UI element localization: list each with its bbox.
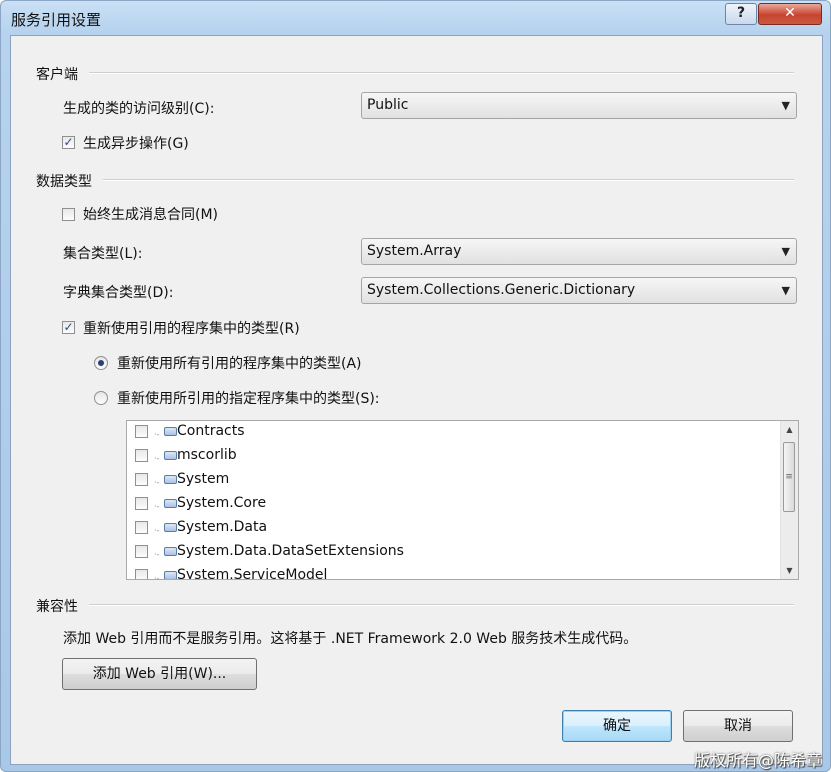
access-level-dropdown[interactable]: Public ▼ bbox=[361, 92, 797, 119]
tree-connector-icon: ·- bbox=[154, 502, 160, 511]
assembly-icon bbox=[164, 523, 177, 532]
assembly-checkbox[interactable] bbox=[135, 569, 148, 579]
assembly-name: System.ServiceModel bbox=[177, 567, 328, 580]
reuse-specified-label[interactable]: 重新使用所引用的指定程序集中的类型(S): bbox=[117, 388, 380, 408]
close-button[interactable]: ✕ bbox=[758, 3, 822, 25]
reuse-all-radio[interactable] bbox=[94, 356, 108, 370]
collection-type-value: System.Array bbox=[367, 243, 462, 259]
assembly-icon bbox=[164, 547, 177, 556]
dialog-body: 客户端 生成的类的访问级别(C): Public ▼ ✓ 生成异步操作(G) 数… bbox=[10, 35, 823, 765]
dropdown-arrow-icon: ▼ bbox=[781, 284, 790, 297]
client-section-header: 客户端 bbox=[36, 67, 78, 83]
reuse-types-label[interactable]: 重新使用引用的程序集中的类型(R) bbox=[83, 318, 300, 338]
collection-type-label: 集合类型(L): bbox=[63, 246, 143, 262]
add-web-reference-button[interactable]: 添加 Web 引用(W)... bbox=[62, 658, 257, 690]
assembly-name: System.Data bbox=[177, 519, 268, 535]
assembly-name: System.Data.DataSetExtensions bbox=[177, 543, 404, 559]
dictionary-type-value: System.Collections.Generic.Dictionary bbox=[367, 282, 636, 298]
access-level-label: 生成的类的访问级别(C): bbox=[63, 101, 215, 117]
async-checkbox[interactable]: ✓ bbox=[62, 136, 75, 149]
assembly-checkbox[interactable] bbox=[135, 497, 148, 510]
scroll-thumb[interactable]: ≡ bbox=[783, 442, 795, 512]
compat-description: 添加 Web 引用而不是服务引用。这将基于 .NET Framework 2.0… bbox=[63, 631, 638, 647]
section-divider bbox=[89, 72, 794, 74]
data-type-section-header: 数据类型 bbox=[36, 174, 92, 190]
scroll-up-icon[interactable]: ▲ bbox=[781, 421, 798, 438]
list-scrollbar[interactable]: ▲ ≡ ▼ bbox=[780, 421, 798, 579]
assembly-icon bbox=[164, 499, 177, 508]
ok-button[interactable]: 确定 bbox=[562, 710, 672, 742]
always-generate-checkbox[interactable] bbox=[62, 208, 75, 221]
tree-connector-icon: ·- bbox=[154, 574, 160, 580]
assembly-list[interactable]: ·- Contracts ·- mscorlib ·- System ·- Sy… bbox=[126, 420, 799, 580]
tree-connector-icon: ·- bbox=[154, 478, 160, 487]
always-generate-label[interactable]: 始终生成消息合同(M) bbox=[83, 204, 218, 224]
dropdown-arrow-icon: ▼ bbox=[781, 99, 790, 112]
assembly-icon bbox=[164, 475, 177, 484]
assembly-icon bbox=[164, 427, 177, 436]
dictionary-type-label: 字典集合类型(D): bbox=[63, 285, 174, 301]
tree-connector-icon: ·- bbox=[154, 526, 160, 535]
assembly-checkbox[interactable] bbox=[135, 473, 148, 486]
scroll-down-icon[interactable]: ▼ bbox=[781, 562, 798, 579]
assembly-name: Contracts bbox=[177, 423, 245, 439]
assembly-checkbox[interactable] bbox=[135, 449, 148, 462]
grip-icon: ≡ bbox=[785, 472, 793, 482]
cancel-button[interactable]: 取消 bbox=[683, 710, 793, 742]
copyright-watermark: 版权所有@陈希章 bbox=[693, 751, 822, 770]
collection-type-dropdown[interactable]: System.Array ▼ bbox=[361, 238, 797, 265]
dropdown-arrow-icon: ▼ bbox=[781, 245, 790, 258]
title-bar[interactable]: 服务引用设置 ? ✕ bbox=[1, 1, 830, 35]
assembly-checkbox[interactable] bbox=[135, 425, 148, 438]
async-label[interactable]: 生成异步操作(G) bbox=[83, 133, 189, 153]
reuse-specified-radio[interactable] bbox=[94, 391, 108, 405]
assembly-icon bbox=[164, 571, 177, 579]
reuse-all-label[interactable]: 重新使用所有引用的程序集中的类型(A) bbox=[117, 353, 362, 373]
radio-selected-dot bbox=[98, 360, 104, 366]
assembly-checkbox[interactable] bbox=[135, 521, 148, 534]
window-title: 服务引用设置 bbox=[11, 11, 102, 29]
assembly-icon bbox=[164, 451, 177, 460]
dialog-window: 服务引用设置 ? ✕ 客户端 生成的类的访问级别(C): Public ▼ ✓ … bbox=[0, 0, 831, 772]
access-level-value: Public bbox=[367, 97, 409, 113]
assembly-name: mscorlib bbox=[177, 447, 237, 463]
reuse-types-checkbox[interactable]: ✓ bbox=[62, 321, 75, 334]
tree-connector-icon: ·- bbox=[154, 550, 160, 559]
dictionary-type-dropdown[interactable]: System.Collections.Generic.Dictionary ▼ bbox=[361, 277, 797, 304]
compat-section-header: 兼容性 bbox=[36, 599, 78, 615]
checkmark-icon: ✓ bbox=[63, 135, 74, 149]
tree-connector-icon: ·- bbox=[154, 430, 160, 439]
assembly-checkbox[interactable] bbox=[135, 545, 148, 558]
help-button[interactable]: ? bbox=[725, 3, 757, 25]
assembly-name: System.Core bbox=[177, 495, 267, 511]
assembly-name: System bbox=[177, 471, 230, 487]
section-divider bbox=[89, 604, 794, 606]
section-divider bbox=[103, 179, 794, 181]
tree-connector-icon: ·- bbox=[154, 454, 160, 463]
checkmark-icon: ✓ bbox=[63, 320, 74, 334]
